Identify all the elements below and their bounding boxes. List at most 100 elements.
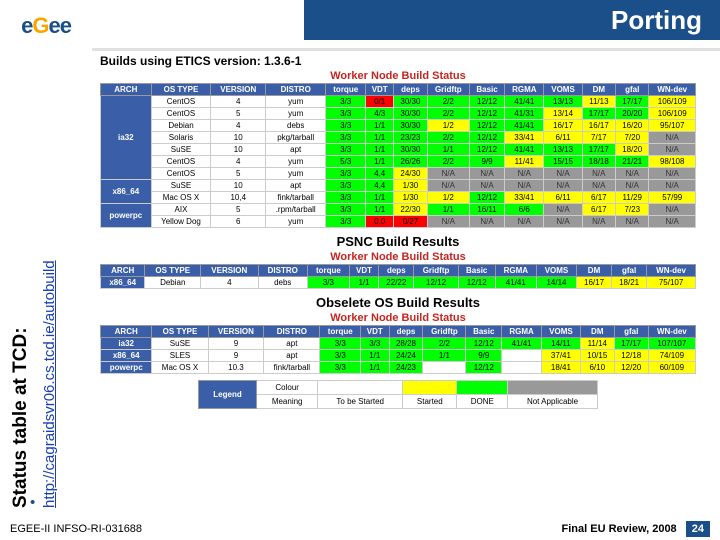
data-cell: 41/41 bbox=[502, 338, 542, 350]
col-header: WN-dev bbox=[648, 326, 695, 338]
bullet-icon: • bbox=[30, 494, 35, 511]
data-cell: 30/30 bbox=[394, 120, 427, 132]
data-cell: 6 bbox=[211, 216, 266, 228]
col-header: Basic bbox=[458, 265, 495, 277]
legend-colour-label: Colour bbox=[257, 381, 318, 395]
data-cell: 9/9 bbox=[466, 350, 502, 362]
footer-left: EGEE-II INFSO-RI-031688 bbox=[10, 523, 142, 535]
data-cell: 3/3 bbox=[326, 216, 366, 228]
data-cell: 1/1 bbox=[366, 120, 394, 132]
col-header: Gridftp bbox=[423, 326, 466, 338]
col-header: DISTRO bbox=[264, 326, 320, 338]
data-cell: N/A bbox=[505, 180, 544, 192]
data-cell: 4 bbox=[211, 156, 266, 168]
data-cell: 41/31 bbox=[505, 108, 544, 120]
col-header: VERSION bbox=[208, 326, 264, 338]
col-header: ARCH bbox=[101, 265, 145, 277]
data-cell: 1/1 bbox=[361, 362, 389, 374]
col-header: Basic bbox=[469, 84, 504, 96]
data-cell: 14/11 bbox=[542, 338, 581, 350]
data-cell: 22/30 bbox=[394, 204, 427, 216]
data-cell: 12/18 bbox=[614, 350, 648, 362]
data-cell: 12/12 bbox=[469, 96, 504, 108]
table3-title: Obselete OS Build Results bbox=[100, 295, 696, 310]
data-cell: 16/17 bbox=[582, 120, 615, 132]
data-cell: N/A bbox=[469, 216, 504, 228]
data-cell: 3/3 bbox=[326, 192, 366, 204]
data-cell: 23/23 bbox=[394, 132, 427, 144]
data-cell: 5/3 bbox=[326, 156, 366, 168]
data-cell: 12/12 bbox=[469, 192, 504, 204]
data-cell: 107/107 bbox=[648, 338, 695, 350]
data-cell: N/A bbox=[544, 180, 582, 192]
data-cell: 3/3 bbox=[326, 204, 366, 216]
data-cell: 11/14 bbox=[580, 338, 614, 350]
data-cell: 2/2 bbox=[427, 156, 469, 168]
data-cell: 16/20 bbox=[616, 120, 649, 132]
data-cell: N/A bbox=[616, 168, 649, 180]
arch-cell: powerpc bbox=[101, 204, 152, 228]
data-cell: 3/3 bbox=[326, 108, 366, 120]
arch-cell: x86_64 bbox=[101, 180, 152, 204]
build-table-1: ARCHOS TYPEVERSIONDISTROtorqueVDTdepsGri… bbox=[100, 83, 696, 228]
col-header: ARCH bbox=[101, 84, 152, 96]
col-header: DM bbox=[580, 326, 614, 338]
footer-right: Final EU Review, 2008 24 bbox=[562, 521, 710, 537]
col-header: VERSION bbox=[201, 265, 258, 277]
data-cell: 1/1 bbox=[366, 132, 394, 144]
data-cell: N/A bbox=[616, 216, 649, 228]
col-header: VDT bbox=[361, 326, 389, 338]
etics-title: Builds using ETICS version: 1.3.6-1 bbox=[100, 54, 696, 68]
data-cell: 3/3 bbox=[326, 96, 366, 108]
legend-label: Legend bbox=[199, 381, 257, 409]
data-cell: 10,4 bbox=[211, 192, 266, 204]
data-cell: N/A bbox=[649, 144, 696, 156]
legend-swatch-yellow bbox=[403, 381, 457, 395]
sidebar: Status table at TCD: http://cagraidsvr06… bbox=[32, 58, 80, 508]
data-cell: 5 bbox=[211, 204, 266, 216]
data-cell: pkg/tarball bbox=[266, 132, 326, 144]
data-cell: N/A bbox=[427, 180, 469, 192]
data-cell: CentOS bbox=[151, 156, 211, 168]
data-cell: yum bbox=[266, 96, 326, 108]
data-cell: 0/1 bbox=[366, 96, 394, 108]
data-cell: 4 bbox=[211, 96, 266, 108]
data-cell: 1/1 bbox=[366, 192, 394, 204]
data-cell: 24/23 bbox=[389, 362, 423, 374]
data-cell: apt bbox=[264, 338, 320, 350]
data-cell: 17/17 bbox=[582, 108, 615, 120]
data-cell: 12/12 bbox=[469, 108, 504, 120]
data-cell: 4,4 bbox=[366, 168, 394, 180]
data-cell: 12/12 bbox=[469, 120, 504, 132]
data-cell: N/A bbox=[649, 204, 696, 216]
arch-cell: x86_64 bbox=[101, 350, 152, 362]
data-cell: Debian bbox=[151, 120, 211, 132]
col-header: RGMA bbox=[502, 326, 542, 338]
sidebar-link[interactable]: http://cagraidsvr06.cs.tcd.ie/autobuild bbox=[41, 260, 58, 508]
data-cell: 2/2 bbox=[427, 108, 469, 120]
data-cell: N/A bbox=[505, 216, 544, 228]
data-cell: Mac OS X bbox=[152, 362, 208, 374]
data-cell: SLES bbox=[152, 350, 208, 362]
table1-title: Worker Node Build Status bbox=[100, 70, 696, 82]
data-cell: 16/17 bbox=[544, 120, 582, 132]
data-cell: SuSE bbox=[152, 338, 208, 350]
data-cell: 4/3 bbox=[366, 108, 394, 120]
data-cell: 18/20 bbox=[616, 144, 649, 156]
data-cell: .rpm/tarball bbox=[266, 204, 326, 216]
data-cell: apt bbox=[266, 180, 326, 192]
data-cell bbox=[423, 362, 466, 374]
col-header: WN-dev bbox=[647, 265, 696, 277]
col-header: torque bbox=[326, 84, 366, 96]
data-cell: 11/29 bbox=[616, 192, 649, 204]
data-cell: 57/99 bbox=[649, 192, 696, 204]
arch-cell: ia32 bbox=[101, 96, 152, 180]
data-cell: fink/tarball bbox=[266, 192, 326, 204]
data-cell: 74/109 bbox=[648, 350, 695, 362]
data-cell: N/A bbox=[544, 168, 582, 180]
data-cell: 9 bbox=[208, 338, 264, 350]
data-cell: 106/109 bbox=[649, 96, 696, 108]
col-header: Gridftp bbox=[427, 84, 469, 96]
col-header: torque bbox=[307, 265, 349, 277]
data-cell: 11/41 bbox=[505, 156, 544, 168]
